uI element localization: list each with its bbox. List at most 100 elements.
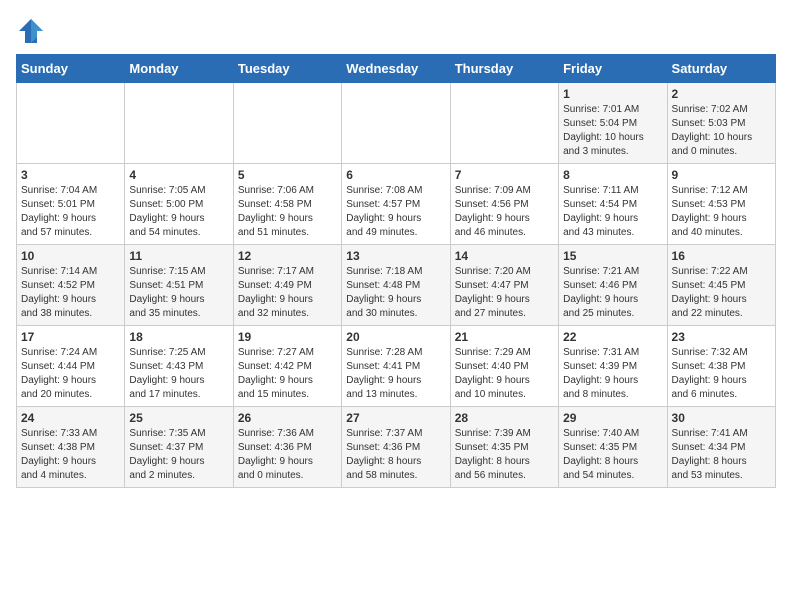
calendar-cell: 23Sunrise: 7:32 AM Sunset: 4:38 PM Dayli… — [667, 326, 775, 407]
day-info: Sunrise: 7:41 AM Sunset: 4:34 PM Dayligh… — [672, 427, 771, 483]
calendar-cell: 13 Sunrise: 7:18 AM Sunset: 4:48 PM Dayli… — [342, 245, 450, 326]
day-info: Sunrise: 7:09 AM Sunset: 4:56 PM Dayligh… — [455, 184, 554, 240]
day-number: 13 — [346, 249, 445, 263]
calendar-cell: 30 Sunrise: 7:41 AM Sunset: 4:34 PM Dayli… — [667, 407, 775, 488]
day-number: 24 — [21, 411, 120, 425]
day-number: 21 — [455, 330, 554, 344]
page-header — [16, 16, 776, 46]
day-info: Sunrise: 7:20 AM Sunset: 4:47 PM Dayligh… — [455, 265, 554, 321]
day-number: 19 — [238, 330, 337, 344]
calendar-cell: 21 Sunrise: 7:29 AM Sunset: 4:40 PM Dayli… — [450, 326, 558, 407]
day-info: Sunrise: 7:37 AM Sunset: 4:36 PM Dayligh… — [346, 427, 445, 483]
day-info: Sunrise: 7:01 AM Sunset: 5:04 PM Dayligh… — [563, 103, 662, 159]
calendar-cell: 16 Sunrise: 7:22 AM Sunset: 4:45 PM Dayli… — [667, 245, 775, 326]
day-info: Sunrise: 7:35 AM Sunset: 4:37 PM Dayligh… — [129, 427, 228, 483]
day-number: 29 — [563, 411, 662, 425]
calendar-cell: 29 Sunrise: 7:40 AM Sunset: 4:35 PM Dayli… — [559, 407, 667, 488]
day-number: 18 — [129, 330, 228, 344]
day-number: 11 — [129, 249, 228, 263]
calendar-cell: 19 Sunrise: 7:27 AM Sunset: 4:42 PM Dayli… — [233, 326, 341, 407]
calendar-cell: 9 Sunrise: 7:12 AM Sunset: 4:53 PM Daylig… — [667, 164, 775, 245]
header-sunday: Sunday — [17, 55, 125, 83]
day-number: 9 — [672, 168, 771, 182]
day-number: 22 — [563, 330, 662, 344]
day-info: Sunrise: 7:24 AM Sunset: 4:44 PM Dayligh… — [21, 346, 120, 402]
day-info: Sunrise: 7:22 AM Sunset: 4:45 PM Dayligh… — [672, 265, 771, 321]
day-info: Sunrise: 7:17 AM Sunset: 4:49 PM Dayligh… — [238, 265, 337, 321]
day-number: 27 — [346, 411, 445, 425]
calendar-cell: 17 Sunrise: 7:24 AM Sunset: 4:44 PM Dayli… — [17, 326, 125, 407]
day-info: Sunrise: 7:40 AM Sunset: 4:35 PM Dayligh… — [563, 427, 662, 483]
calendar-cell: 15Sunrise: 7:21 AM Sunset: 4:46 PM Dayli… — [559, 245, 667, 326]
day-number: 5 — [238, 168, 337, 182]
calendar-cell: 5 Sunrise: 7:06 AM Sunset: 4:58 PM Daylig… — [233, 164, 341, 245]
day-number: 20 — [346, 330, 445, 344]
header-saturday: Saturday — [667, 55, 775, 83]
calendar-cell: 27 Sunrise: 7:37 AM Sunset: 4:36 PM Dayli… — [342, 407, 450, 488]
calendar-cell: 2 Sunrise: 7:02 AM Sunset: 5:03 PM Daylig… — [667, 83, 775, 164]
calendar-cell: 1 Sunrise: 7:01 AM Sunset: 5:04 PM Daylig… — [559, 83, 667, 164]
week-row-1: 1 Sunrise: 7:01 AM Sunset: 5:04 PM Daylig… — [17, 83, 776, 164]
calendar-cell: 20 Sunrise: 7:28 AM Sunset: 4:41 PM Dayli… — [342, 326, 450, 407]
header-monday: Monday — [125, 55, 233, 83]
day-number: 30 — [672, 411, 771, 425]
calendar-cell: 24Sunrise: 7:33 AM Sunset: 4:38 PM Dayli… — [17, 407, 125, 488]
day-info: Sunrise: 7:08 AM Sunset: 4:57 PM Dayligh… — [346, 184, 445, 240]
day-number: 1 — [563, 87, 662, 101]
day-number: 15 — [563, 249, 662, 263]
day-info: Sunrise: 7:29 AM Sunset: 4:40 PM Dayligh… — [455, 346, 554, 402]
week-row-3: 10 Sunrise: 7:14 AM Sunset: 4:52 PM Dayli… — [17, 245, 776, 326]
day-info: Sunrise: 7:25 AM Sunset: 4:43 PM Dayligh… — [129, 346, 228, 402]
day-info: Sunrise: 7:27 AM Sunset: 4:42 PM Dayligh… — [238, 346, 337, 402]
calendar-cell — [233, 83, 341, 164]
day-number: 2 — [672, 87, 771, 101]
day-info: Sunrise: 7:04 AM Sunset: 5:01 PM Dayligh… — [21, 184, 120, 240]
day-info: Sunrise: 7:06 AM Sunset: 4:58 PM Dayligh… — [238, 184, 337, 240]
day-number: 17 — [21, 330, 120, 344]
day-number: 3 — [21, 168, 120, 182]
day-info: Sunrise: 7:28 AM Sunset: 4:41 PM Dayligh… — [346, 346, 445, 402]
day-number: 7 — [455, 168, 554, 182]
calendar-cell: 7 Sunrise: 7:09 AM Sunset: 4:56 PM Daylig… — [450, 164, 558, 245]
calendar-cell — [17, 83, 125, 164]
header-wednesday: Wednesday — [342, 55, 450, 83]
day-info: Sunrise: 7:14 AM Sunset: 4:52 PM Dayligh… — [21, 265, 120, 321]
calendar-cell: 3 Sunrise: 7:04 AM Sunset: 5:01 PM Daylig… — [17, 164, 125, 245]
day-info: Sunrise: 7:18 AM Sunset: 4:48 PM Dayligh… — [346, 265, 445, 321]
day-number: 16 — [672, 249, 771, 263]
day-info: Sunrise: 7:32 AM Sunset: 4:38 PM Dayligh… — [672, 346, 771, 402]
day-number: 12 — [238, 249, 337, 263]
day-info: Sunrise: 7:12 AM Sunset: 4:53 PM Dayligh… — [672, 184, 771, 240]
day-info: Sunrise: 7:05 AM Sunset: 5:00 PM Dayligh… — [129, 184, 228, 240]
day-info: Sunrise: 7:11 AM Sunset: 4:54 PM Dayligh… — [563, 184, 662, 240]
calendar-cell: 18 Sunrise: 7:25 AM Sunset: 4:43 PM Dayli… — [125, 326, 233, 407]
calendar-cell: 4 Sunrise: 7:05 AM Sunset: 5:00 PM Daylig… — [125, 164, 233, 245]
calendar-cell: 26 Sunrise: 7:36 AM Sunset: 4:36 PM Dayli… — [233, 407, 341, 488]
day-info: Sunrise: 7:02 AM Sunset: 5:03 PM Dayligh… — [672, 103, 771, 159]
header-thursday: Thursday — [450, 55, 558, 83]
day-number: 25 — [129, 411, 228, 425]
calendar-cell: 25 Sunrise: 7:35 AM Sunset: 4:37 PM Dayli… — [125, 407, 233, 488]
header-friday: Friday — [559, 55, 667, 83]
day-info: Sunrise: 7:36 AM Sunset: 4:36 PM Dayligh… — [238, 427, 337, 483]
calendar-cell — [125, 83, 233, 164]
day-info: Sunrise: 7:31 AM Sunset: 4:39 PM Dayligh… — [563, 346, 662, 402]
header-tuesday: Tuesday — [233, 55, 341, 83]
logo — [16, 16, 50, 46]
calendar-cell: 12 Sunrise: 7:17 AM Sunset: 4:49 PM Dayli… — [233, 245, 341, 326]
week-row-4: 17 Sunrise: 7:24 AM Sunset: 4:44 PM Dayli… — [17, 326, 776, 407]
header-row: SundayMondayTuesdayWednesdayThursdayFrid… — [17, 55, 776, 83]
calendar-cell: 22 Sunrise: 7:31 AM Sunset: 4:39 PM Dayli… — [559, 326, 667, 407]
day-number: 14 — [455, 249, 554, 263]
calendar-table: SundayMondayTuesdayWednesdayThursdayFrid… — [16, 54, 776, 488]
calendar-cell — [342, 83, 450, 164]
day-info: Sunrise: 7:39 AM Sunset: 4:35 PM Dayligh… — [455, 427, 554, 483]
day-number: 26 — [238, 411, 337, 425]
calendar-cell: 6Sunrise: 7:08 AM Sunset: 4:57 PM Daylig… — [342, 164, 450, 245]
calendar-cell: 10 Sunrise: 7:14 AM Sunset: 4:52 PM Dayli… — [17, 245, 125, 326]
day-info: Sunrise: 7:15 AM Sunset: 4:51 PM Dayligh… — [129, 265, 228, 321]
day-number: 4 — [129, 168, 228, 182]
day-number: 8 — [563, 168, 662, 182]
calendar-cell: 28Sunrise: 7:39 AM Sunset: 4:35 PM Dayli… — [450, 407, 558, 488]
day-number: 10 — [21, 249, 120, 263]
